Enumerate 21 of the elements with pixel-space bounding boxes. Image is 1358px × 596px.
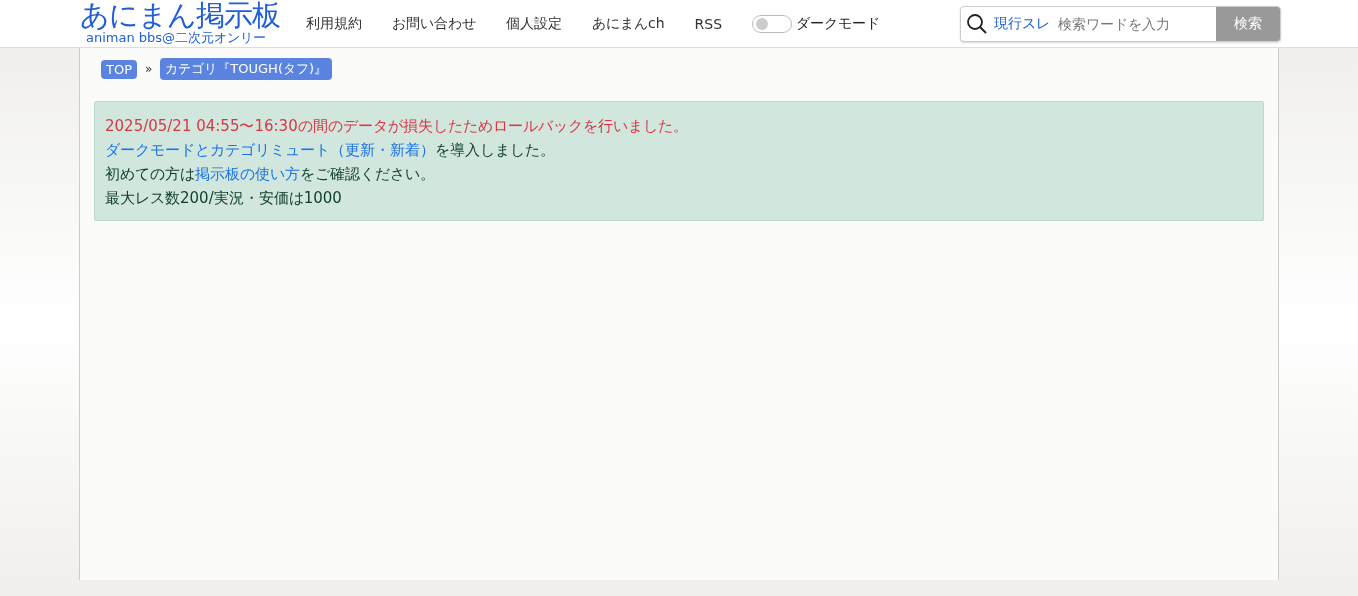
site-subtitle: animan bbs@二次元オンリー — [86, 30, 268, 44]
nav-link[interactable]: RSS — [694, 15, 723, 32]
nav-link[interactable]: あにまんch — [592, 14, 665, 33]
breadcrumb-link[interactable]: カテゴリ『TOUGH(タフ)』 — [160, 58, 333, 80]
notice-link[interactable]: ダークモードとカテゴリミュート（更新・新着） — [105, 141, 435, 159]
dark-mode-label: ダークモード — [796, 14, 881, 33]
nav-link[interactable]: 利用規約 — [306, 14, 362, 33]
alert-line: 2025/05/21 04:55〜16:30の間のデータが損失したためロールバックを行いました。 — [105, 116, 689, 137]
notice-line: 初めての方は掲示板の使い方をご確認ください。 — [105, 164, 436, 185]
notice-line: ダークモードとカテゴリミュート（更新・新着）を導入しました。 — [105, 140, 556, 161]
search-icon — [966, 12, 988, 35]
search-bar[interactable]: 現行スレ 検索ワードを入力 検索 — [960, 5, 1281, 42]
search-scope[interactable]: 現行スレ — [994, 14, 1050, 33]
nav-link[interactable]: お問い合わせ — [392, 14, 476, 33]
breadcrumb-separator: » — [145, 62, 153, 76]
notice-line: 最大レス数200/実況・安価は1000 — [105, 188, 343, 209]
nav-link[interactable]: 個人設定 — [506, 14, 562, 33]
breadcrumb-link[interactable]: TOP — [101, 59, 137, 79]
notice-link[interactable]: 掲示板の使い方 — [195, 165, 300, 183]
dark-mode-toggle[interactable] — [752, 14, 793, 33]
site-logo[interactable]: あにまん掲示板 — [80, 0, 290, 31]
